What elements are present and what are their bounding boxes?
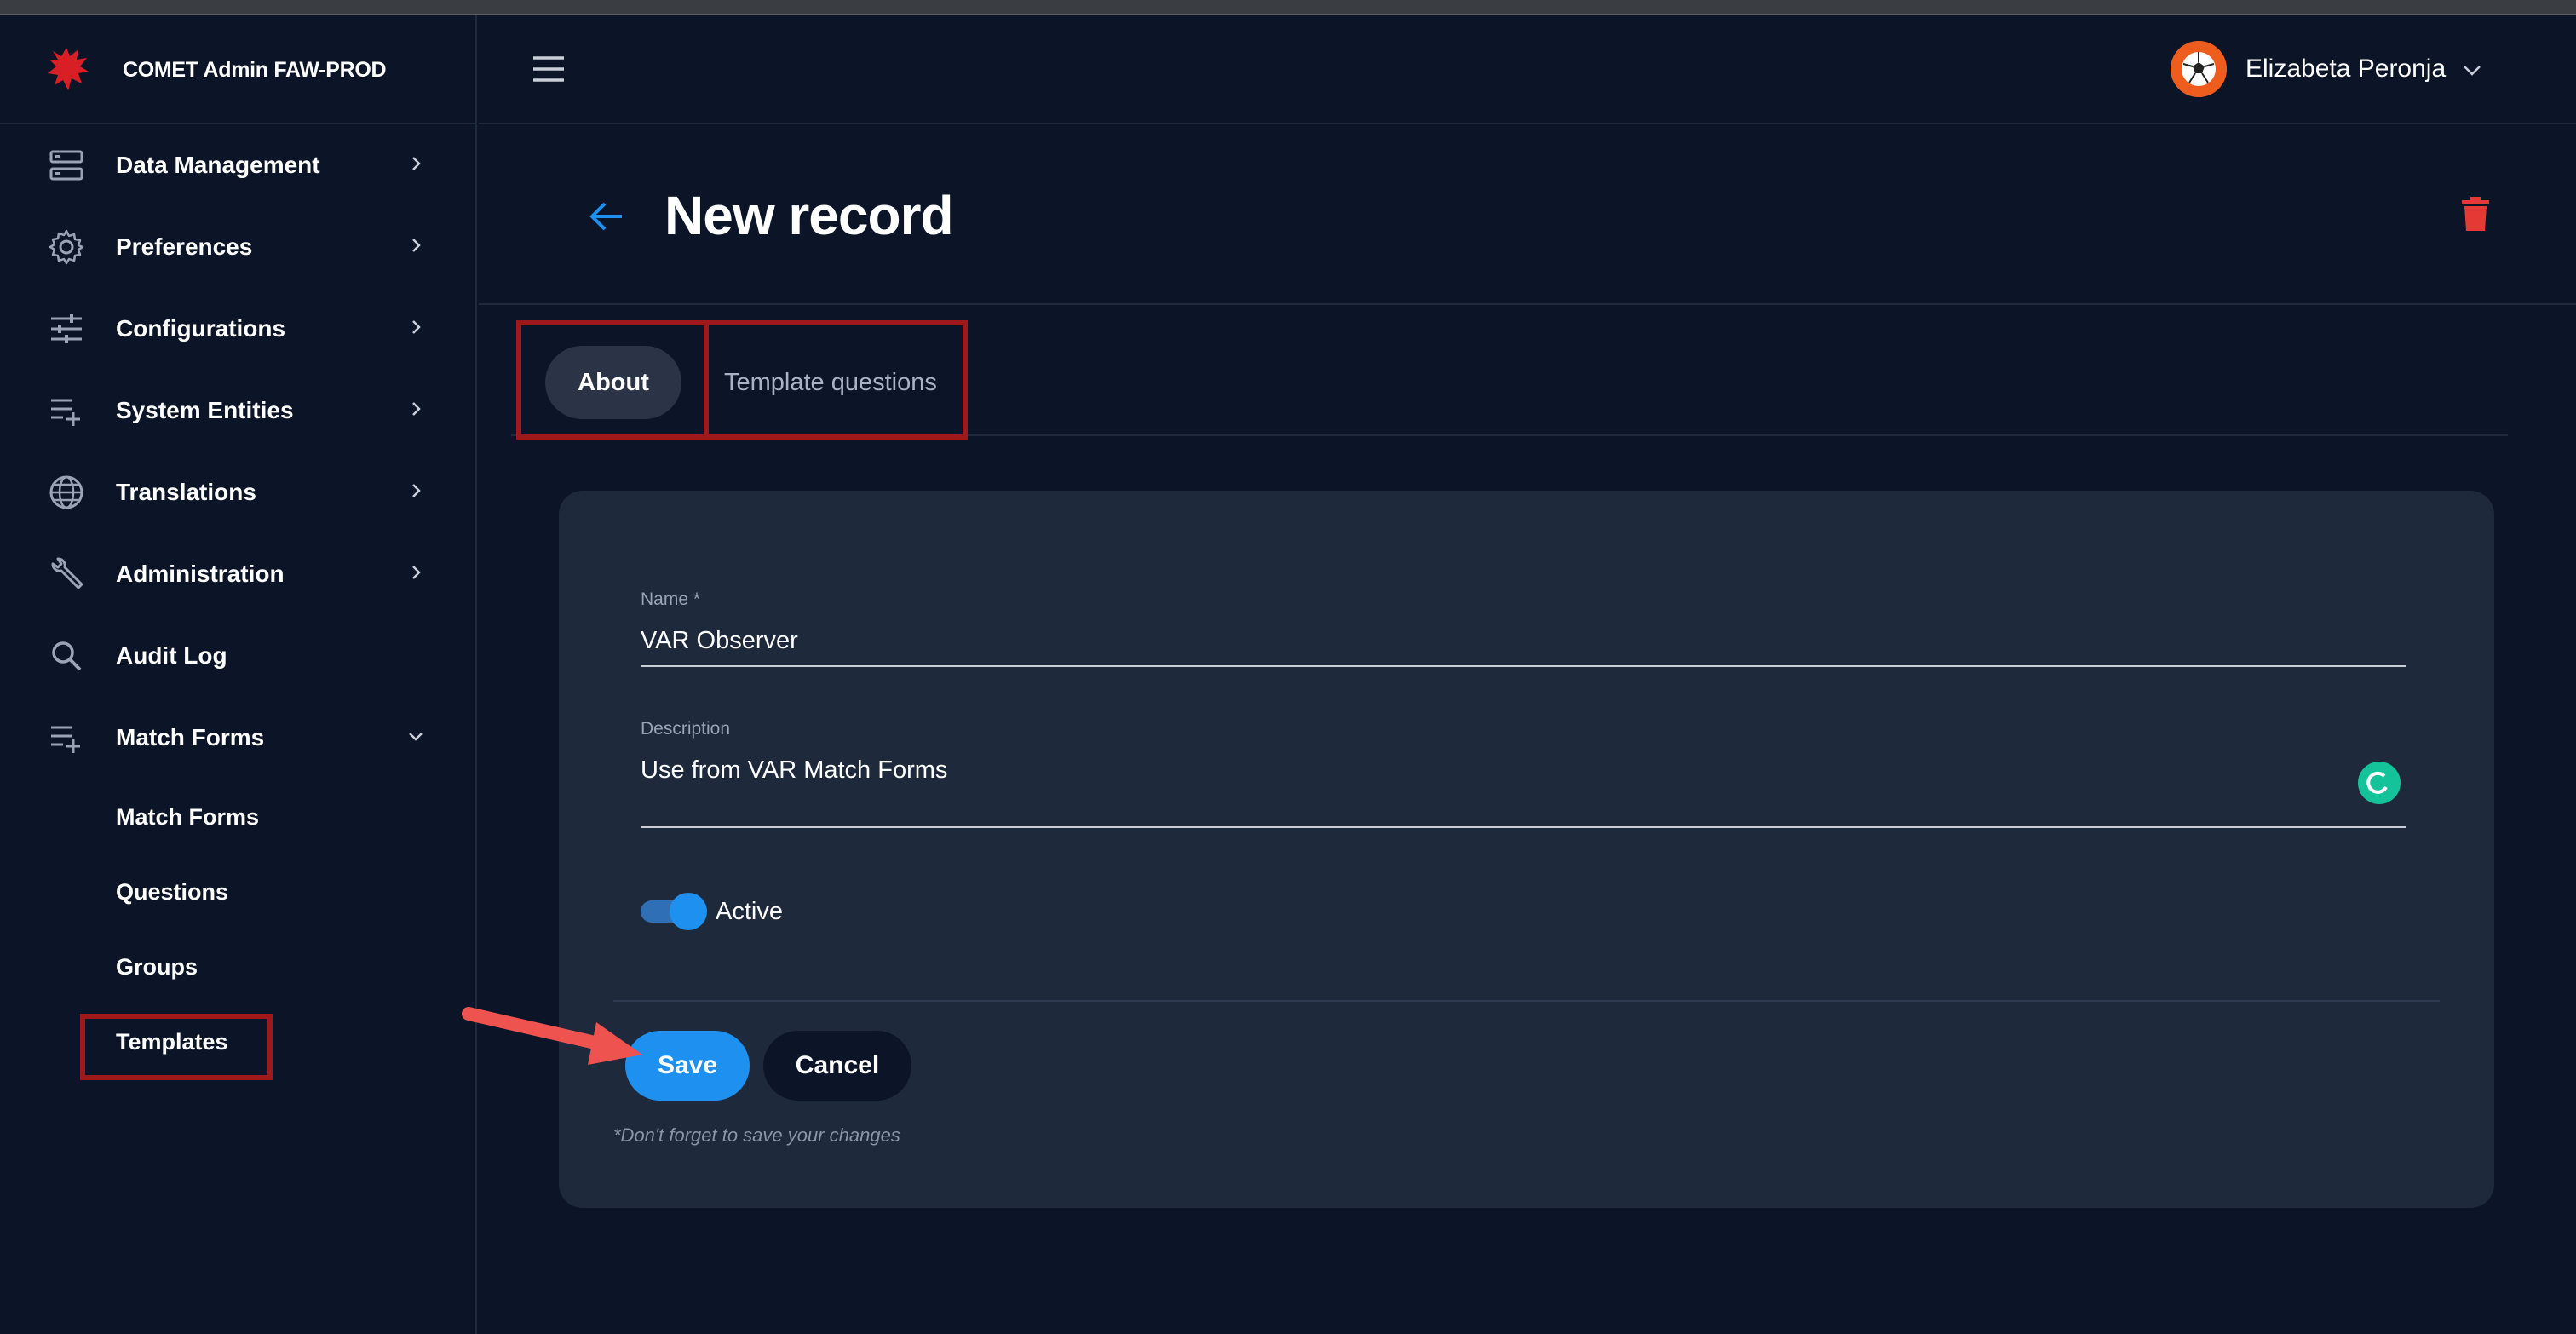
- grammarly-icon[interactable]: [2358, 762, 2401, 804]
- sidebar-item-label: Data Management: [116, 152, 320, 178]
- gear-icon: [49, 229, 84, 265]
- description-field[interactable]: Use from VAR Match Forms: [641, 756, 947, 785]
- dragon-logo-icon: [48, 48, 89, 90]
- annotation-arrow-icon: [462, 1007, 642, 1065]
- sidebar-item-administration[interactable]: Administration: [0, 533, 477, 615]
- highlight-box-tab-template-questions: [704, 320, 968, 440]
- globe-icon: [49, 475, 83, 509]
- app-title: COMET Admin FAW-PROD: [123, 58, 387, 82]
- playlist-add-icon: [51, 399, 80, 426]
- grammarly-glyph-icon: [2366, 771, 2388, 794]
- top-header: Elizabeta Peronja: [479, 15, 2576, 124]
- sidebar-item-match-forms[interactable]: Match Forms: [0, 697, 477, 779]
- chevron-down-icon: [2464, 66, 2481, 76]
- sidebar-item-configurations[interactable]: Configurations: [0, 288, 477, 370]
- name-field-underline: [641, 665, 2406, 667]
- sidebar-item-label: System Entities: [116, 397, 294, 423]
- sidebar-item-label: Administration: [116, 561, 285, 587]
- user-name: Elizabeta Peronja: [2245, 55, 2447, 83]
- save-hint: *Don't forget to save your changes: [613, 1124, 900, 1146]
- chevron-right-icon: [412, 157, 421, 170]
- sidebar-item-label: Audit Log: [116, 642, 227, 669]
- active-toggle[interactable]: [641, 893, 707, 930]
- sidebar-subitem-match-forms[interactable]: Match Forms: [116, 804, 259, 831]
- sidebar-item-label: Preferences: [116, 233, 253, 260]
- highlight-box-templates: [80, 1014, 273, 1080]
- playlist-add-icon: [51, 726, 80, 753]
- sidebar-item-preferences[interactable]: Preferences: [0, 206, 477, 288]
- name-label: Name *: [641, 589, 701, 609]
- sidebar-item-data-management[interactable]: Data Management: [0, 124, 477, 206]
- name-field[interactable]: VAR Observer: [641, 627, 798, 655]
- highlight-box-tab-about: [516, 320, 709, 440]
- active-label: Active: [716, 898, 783, 925]
- search-icon: [52, 641, 82, 671]
- page-title-bar: New record: [479, 124, 2576, 305]
- chevron-right-icon: [412, 484, 421, 497]
- sidebar-item-label: Match Forms: [116, 724, 265, 750]
- database-icon: [49, 150, 83, 181]
- description-label: Description: [641, 719, 731, 739]
- page-title: New record: [664, 185, 954, 246]
- sidebar-item-system-entities[interactable]: System Entities: [0, 370, 477, 451]
- chevron-down-icon: [409, 733, 423, 741]
- user-menu[interactable]: Elizabeta Peronja: [2171, 41, 2494, 97]
- wrench-icon: [51, 557, 83, 589]
- description-field-underline: [641, 826, 2406, 828]
- sliders-icon: [51, 314, 82, 343]
- sidebar-item-translations[interactable]: Translations: [0, 451, 477, 533]
- sidebar-subitem-groups[interactable]: Groups: [116, 954, 198, 980]
- arrow-left-icon[interactable]: [588, 199, 625, 233]
- toggle-knob: [670, 893, 707, 930]
- browser-top-strip: [0, 0, 2576, 15]
- form-card: Name * VAR Observer Description Use from…: [559, 491, 2494, 1208]
- brand[interactable]: COMET Admin FAW-PROD: [0, 15, 477, 124]
- chevron-right-icon: [412, 239, 421, 252]
- trash-icon[interactable]: [2460, 196, 2491, 232]
- menu-icon[interactable]: [532, 55, 566, 83]
- sidebar: COMET Admin FAW-PROD Data Management Pre…: [0, 15, 477, 1334]
- cancel-button[interactable]: Cancel: [763, 1031, 911, 1101]
- sidebar-item-label: Translations: [116, 479, 256, 505]
- chevron-right-icon: [412, 566, 421, 579]
- avatar: [2171, 41, 2227, 97]
- sidebar-item-label: Configurations: [116, 315, 286, 342]
- form-divider: [613, 1000, 2440, 1002]
- sidebar-item-audit-log[interactable]: Audit Log: [0, 615, 477, 697]
- chevron-right-icon: [412, 402, 421, 416]
- chevron-right-icon: [412, 320, 421, 334]
- sidebar-subitem-questions[interactable]: Questions: [116, 879, 228, 906]
